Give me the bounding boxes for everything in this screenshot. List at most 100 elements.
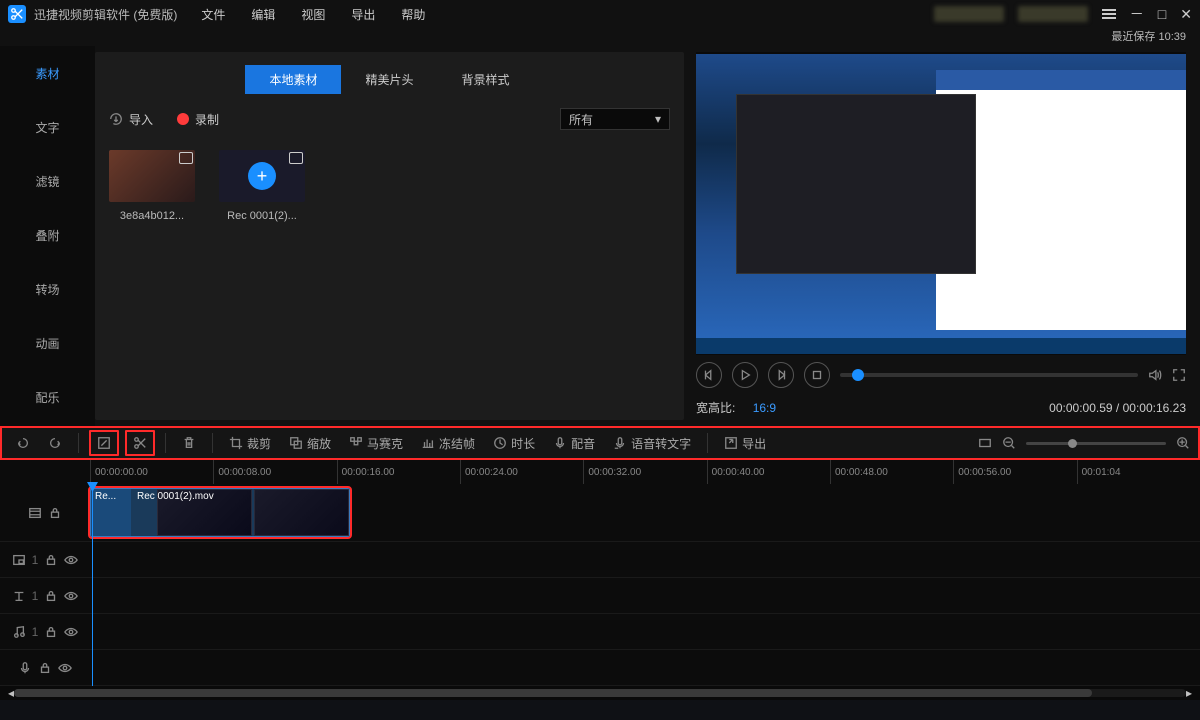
sidebar-item-music[interactable]: 配乐 [0, 370, 95, 424]
hamburger-icon[interactable] [1102, 9, 1116, 19]
delete-button[interactable] [176, 432, 202, 454]
menu-edit[interactable]: 编辑 [251, 6, 275, 23]
time-total: 00:00:16.23 [1123, 401, 1186, 415]
app-logo [8, 5, 26, 23]
stt-button[interactable]: 语音转文字 [607, 431, 697, 456]
mosaic-button[interactable]: 马赛克 [343, 431, 409, 456]
ruler-tick: 00:00:48.00 [830, 460, 953, 484]
zoom-in-icon[interactable] [1176, 436, 1190, 450]
next-frame-button[interactable] [768, 362, 794, 388]
lock-icon[interactable] [44, 589, 58, 603]
crop-button[interactable]: 裁剪 [223, 431, 277, 456]
stt-label: 语音转文字 [631, 435, 691, 452]
pip-track-num: 1 [32, 553, 39, 567]
ruler-tick: 00:00:00.00 [90, 460, 213, 484]
lock-icon[interactable] [44, 625, 58, 639]
menu-file[interactable]: 文件 [201, 6, 225, 23]
sidebar-item-filter[interactable]: 滤镜 [0, 154, 95, 208]
minimize-button[interactable]: － [1130, 4, 1144, 24]
sidebar-item-transition[interactable]: 转场 [0, 262, 95, 316]
media-thumb[interactable]: + Rec 0001(2)... [219, 150, 305, 222]
thumb-label: Rec 0001(2)... [219, 210, 305, 222]
add-icon[interactable]: + [248, 162, 276, 190]
scroll-right-icon[interactable]: ▸ [1186, 686, 1192, 700]
sidebar-item-overlay[interactable]: 叠附 [0, 208, 95, 262]
import-button[interactable]: 导入 [109, 111, 153, 128]
pip-track-icon [12, 553, 26, 567]
app-title: 迅捷视频剪辑软件 (免费版) [34, 6, 177, 23]
fullscreen-icon[interactable] [1172, 368, 1186, 382]
fit-icon[interactable] [978, 436, 992, 450]
timeline-scrollbar[interactable]: ◂ ▸ [0, 686, 1200, 700]
clip-label: Rec 0001(2).mov [137, 491, 214, 502]
eye-icon[interactable] [64, 553, 78, 567]
media-tab-bg[interactable]: 背景样式 [438, 65, 534, 94]
filter-selected: 所有 [569, 111, 593, 128]
text-track-icon [12, 589, 26, 603]
maximize-button[interactable]: □ [1158, 6, 1166, 22]
stop-button[interactable] [804, 362, 830, 388]
menu-export[interactable]: 导出 [351, 6, 375, 23]
media-filter-dropdown[interactable]: 所有 ▾ [560, 108, 670, 130]
time-current: 00:00:00.59 [1049, 401, 1112, 415]
menu-help[interactable]: 帮助 [401, 6, 425, 23]
split-button[interactable] [125, 430, 155, 456]
eye-icon[interactable] [58, 661, 72, 675]
crop-label: 裁剪 [247, 435, 271, 452]
lock-icon[interactable] [38, 661, 52, 675]
scale-button[interactable]: 缩放 [283, 431, 337, 456]
media-tab-intro[interactable]: 精美片头 [341, 65, 437, 94]
scissors-icon [10, 7, 24, 21]
lock-icon[interactable] [44, 553, 58, 567]
ruler-tick: 00:00:56.00 [953, 460, 1076, 484]
chevron-down-icon: ▾ [655, 112, 661, 126]
lock-icon[interactable] [48, 506, 62, 520]
edit-toolbar: 裁剪 缩放 马赛克 冻结帧 时长 配音 语音转文字 导出 [0, 426, 1200, 460]
zoom-out-icon[interactable] [1002, 436, 1016, 450]
play-button[interactable] [732, 362, 758, 388]
record-label: 录制 [195, 111, 219, 128]
edit-button[interactable] [89, 430, 119, 456]
pip-track: 1 [0, 542, 1200, 578]
ruler-tick: 00:00:16.00 [337, 460, 460, 484]
mosaic-label: 马赛克 [367, 435, 403, 452]
playback-slider[interactable] [840, 373, 1138, 377]
zoom-slider[interactable] [1026, 442, 1166, 445]
scrollbar-thumb[interactable] [14, 689, 1092, 697]
ruler-tick: 00:00:08.00 [213, 460, 336, 484]
text-track: 1 [0, 578, 1200, 614]
playhead[interactable] [92, 484, 93, 686]
prev-frame-button[interactable] [696, 362, 722, 388]
eye-icon[interactable] [64, 589, 78, 603]
media-thumb[interactable]: 3e8a4b012... [109, 150, 195, 222]
menu-view[interactable]: 视图 [301, 6, 325, 23]
freeze-button[interactable]: 冻结帧 [415, 431, 481, 456]
sidebar-item-media[interactable]: 素材 [0, 46, 95, 100]
media-tab-local[interactable]: 本地素材 [245, 65, 341, 94]
timeline-clip-group[interactable]: Re... Rec 0001(2).mov [90, 488, 350, 537]
export-button[interactable]: 导出 [718, 431, 772, 456]
record-icon [177, 113, 189, 125]
aspect-ratio-value[interactable]: 16:9 [753, 401, 776, 415]
close-button[interactable]: ✕ [1180, 6, 1192, 23]
play-badge-icon [179, 152, 193, 164]
ruler-tick: 00:00:32.00 [583, 460, 706, 484]
duration-button[interactable]: 时长 [487, 431, 541, 456]
media-tabs: 本地素材 精美片头 背景样式 [109, 62, 670, 96]
ruler-tick: 00:01:04 [1077, 460, 1200, 484]
duration-label: 时长 [511, 435, 535, 452]
sidebar-item-text[interactable]: 文字 [0, 100, 95, 154]
eye-icon[interactable] [64, 625, 78, 639]
export-label: 导出 [742, 435, 766, 452]
redo-button[interactable] [42, 432, 68, 454]
sidebar-item-animation[interactable]: 动画 [0, 316, 95, 370]
dub-button[interactable]: 配音 [547, 431, 601, 456]
sidebar: 素材 文字 滤镜 叠附 转场 动画 配乐 [0, 46, 95, 426]
voice-track [0, 650, 1200, 686]
volume-icon[interactable] [1148, 368, 1162, 382]
timeline-ruler[interactable]: 00:00:00.00 00:00:08.00 00:00:16.00 00:0… [0, 460, 1200, 484]
record-button[interactable]: 录制 [177, 111, 219, 128]
aspect-ratio-label: 宽高比: [696, 401, 735, 415]
undo-button[interactable] [10, 432, 36, 454]
timecode: 00:00:00.59 / 00:00:16.23 [1049, 401, 1186, 415]
